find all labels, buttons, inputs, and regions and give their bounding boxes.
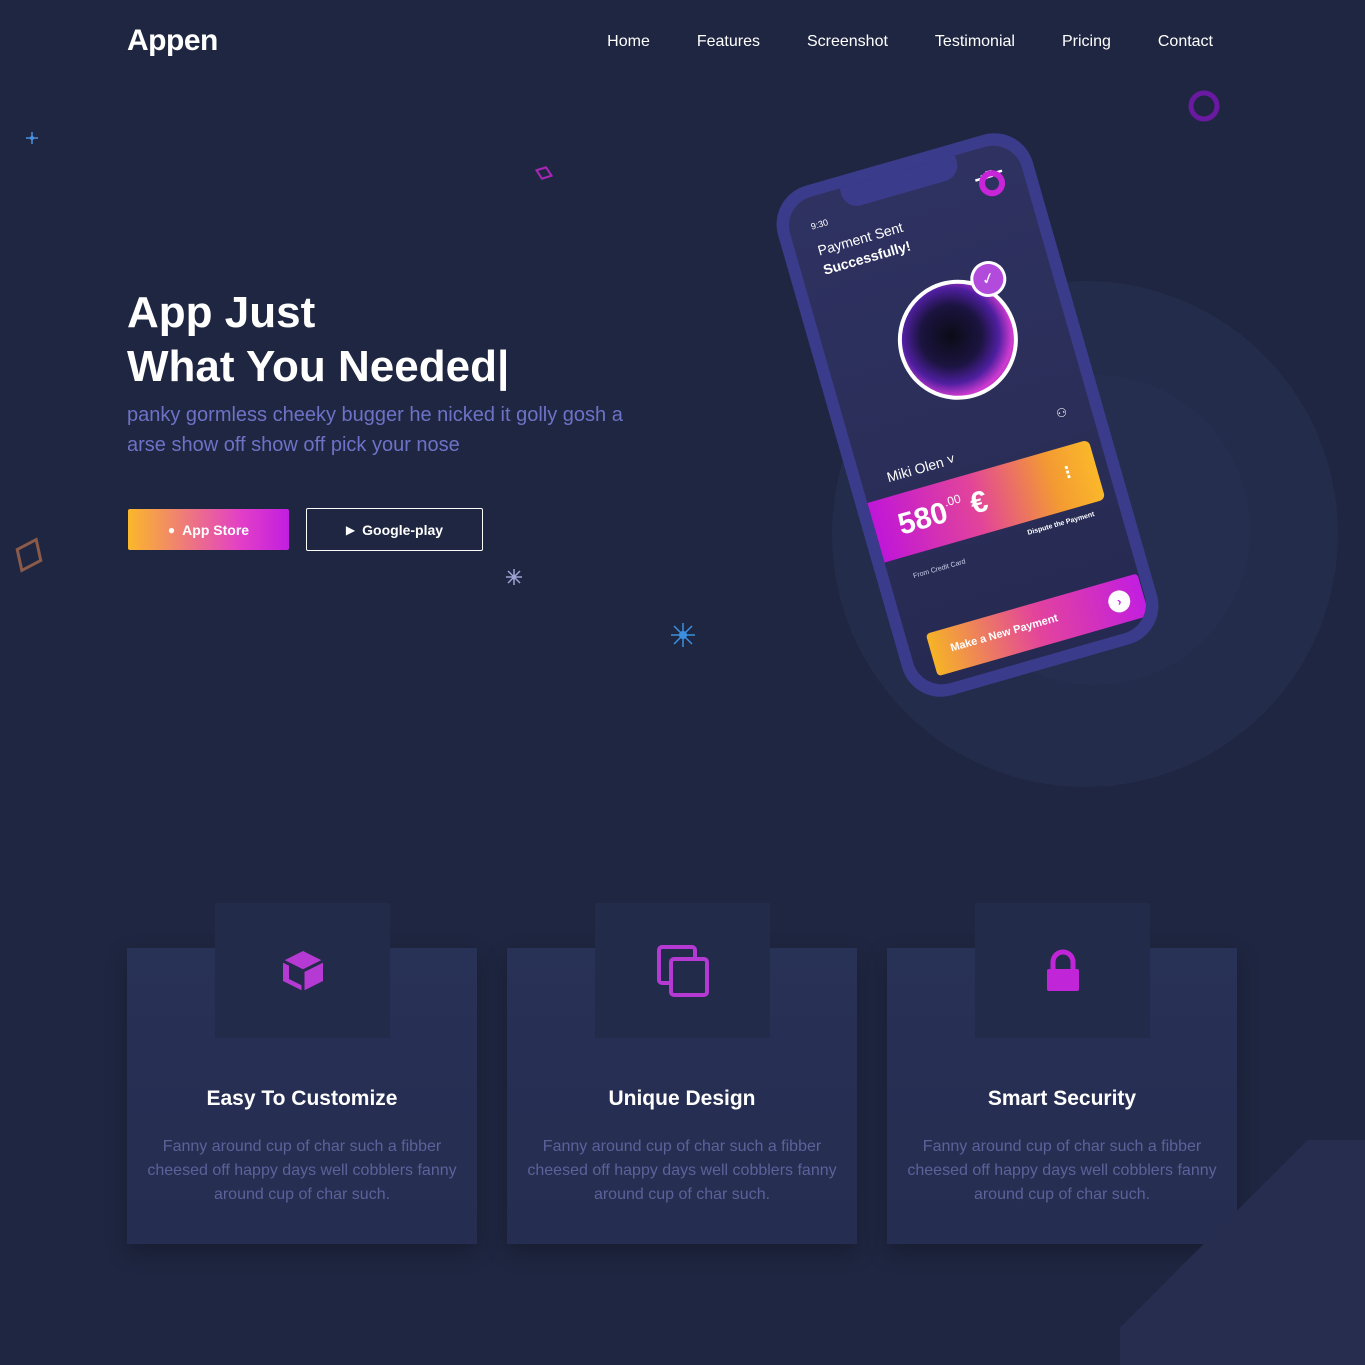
play-icon: ▶ (345, 522, 356, 537)
nav-item-pricing[interactable]: Pricing (1062, 33, 1111, 51)
nav-item-screenshot[interactable]: Screenshot (807, 33, 888, 51)
phone-notch (839, 153, 962, 210)
sparkle-icon (671, 623, 695, 647)
decorative-corner-shape (1120, 1140, 1365, 1365)
hero-title-line1: App Just (127, 288, 316, 337)
apple-icon: ● (167, 522, 176, 537)
from-credit-card-label: From Credit Card (912, 558, 967, 581)
amount-cents: .00 (942, 491, 963, 510)
feature-description: Fanny around cup of char such a fibber c… (147, 1138, 457, 1203)
hero-title: App Just What You Needed| (127, 286, 509, 394)
cube-icon (281, 950, 324, 991)
feature-description: Fanny around cup of char such a fibber c… (527, 1138, 837, 1203)
feature-icon-box (215, 903, 390, 1038)
nav-item-contact[interactable]: Contact (1158, 33, 1213, 51)
feature-title: Easy To Customize (206, 1087, 398, 1110)
feature-title: Unique Design (608, 1087, 756, 1110)
hero-description: panky gormless cheeky bugger he nicked i… (127, 404, 623, 456)
plus-icon (26, 132, 38, 144)
lock-icon (1046, 949, 1079, 991)
feature-icon-box (975, 903, 1150, 1038)
nav-item-testimonial[interactable]: Testimonial (935, 33, 1015, 51)
diamond-outline-icon (15, 537, 43, 573)
google-play-label: Google-play (362, 521, 444, 538)
logo[interactable]: Appen (127, 24, 218, 58)
app-store-button[interactable]: ● App Store (128, 509, 289, 550)
google-play-button[interactable]: ▶ Google-play (306, 508, 483, 551)
copy-icon (656, 944, 709, 997)
feature-title: Smart Security (987, 1087, 1137, 1110)
nav-menu: Home Features Screenshot Testimonial Pri… (560, 33, 1213, 51)
app-store-label: App Store (182, 521, 250, 538)
diamond-outline-icon (534, 166, 554, 180)
avatar (883, 265, 1033, 414)
nav-item-features[interactable]: Features (697, 33, 760, 51)
phone-screen: 9:30 ▂▄▆ ▬ Payment Sent Successfully! ✓ … (781, 138, 1154, 692)
phone-time: 9:30 (809, 217, 830, 232)
hero-title-line2: What You Needed| (127, 342, 510, 391)
feature-icon-box (595, 903, 770, 1038)
user-icon: ⚇ (1054, 404, 1069, 422)
ring-icon (1188, 90, 1220, 122)
sparkle-icon (506, 569, 522, 585)
navbar: Appen Home Features Screenshot Testimoni… (0, 0, 1365, 85)
nav-item-home[interactable]: Home (607, 33, 650, 51)
